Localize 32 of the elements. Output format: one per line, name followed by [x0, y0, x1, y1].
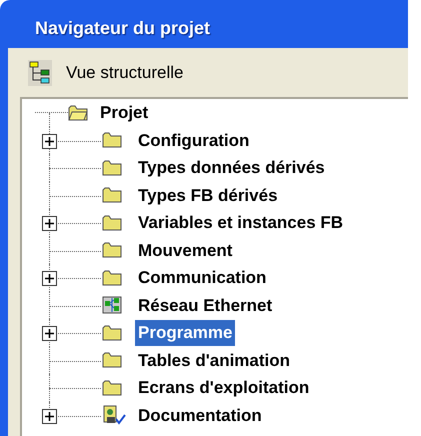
- tree-item[interactable]: Types données dérivés: [135, 155, 328, 180]
- folder-icon: [102, 378, 122, 397]
- folder-icon: [102, 131, 122, 150]
- tree-item[interactable]: Tables d'animation: [135, 348, 294, 373]
- folder-icon: [102, 241, 122, 260]
- tree-item[interactable]: Variables et instances FB: [135, 210, 346, 236]
- expand-icon[interactable]: [42, 216, 57, 231]
- expand-icon[interactable]: [42, 271, 57, 286]
- view-label: Vue structurelle: [66, 62, 184, 84]
- tree-item[interactable]: Documentation: [135, 402, 265, 428]
- expand-icon[interactable]: [42, 134, 57, 148]
- tree-structure-icon[interactable]: [28, 60, 52, 86]
- tree-item[interactable]: Réseau Ethernet: [135, 292, 276, 318]
- tree-item[interactable]: Mouvement: [135, 238, 236, 263]
- folder-icon: [102, 351, 122, 370]
- folder-icon: [102, 268, 122, 287]
- tree-item[interactable]: Types FB dérivés: [135, 182, 281, 208]
- window-title: Navigateur du projet: [34, 16, 212, 40]
- folder-icon: [102, 324, 122, 342]
- open-folder-icon: [68, 104, 88, 122]
- tree-item[interactable]: Programme: [135, 320, 236, 346]
- expand-icon[interactable]: [42, 326, 57, 341]
- tree-item[interactable]: Configuration: [135, 128, 252, 153]
- tree-item[interactable]: Projet: [98, 100, 150, 126]
- tree-item[interactable]: Ecrans d'exploitation: [135, 375, 312, 400]
- expand-icon[interactable]: [42, 408, 57, 424]
- folder-icon: [102, 214, 122, 232]
- tree-item[interactable]: Communication: [135, 265, 270, 290]
- network-icon: [102, 296, 122, 314]
- folder-icon: [102, 158, 122, 177]
- folder-icon: [102, 186, 122, 204]
- document-icon: [102, 405, 126, 426]
